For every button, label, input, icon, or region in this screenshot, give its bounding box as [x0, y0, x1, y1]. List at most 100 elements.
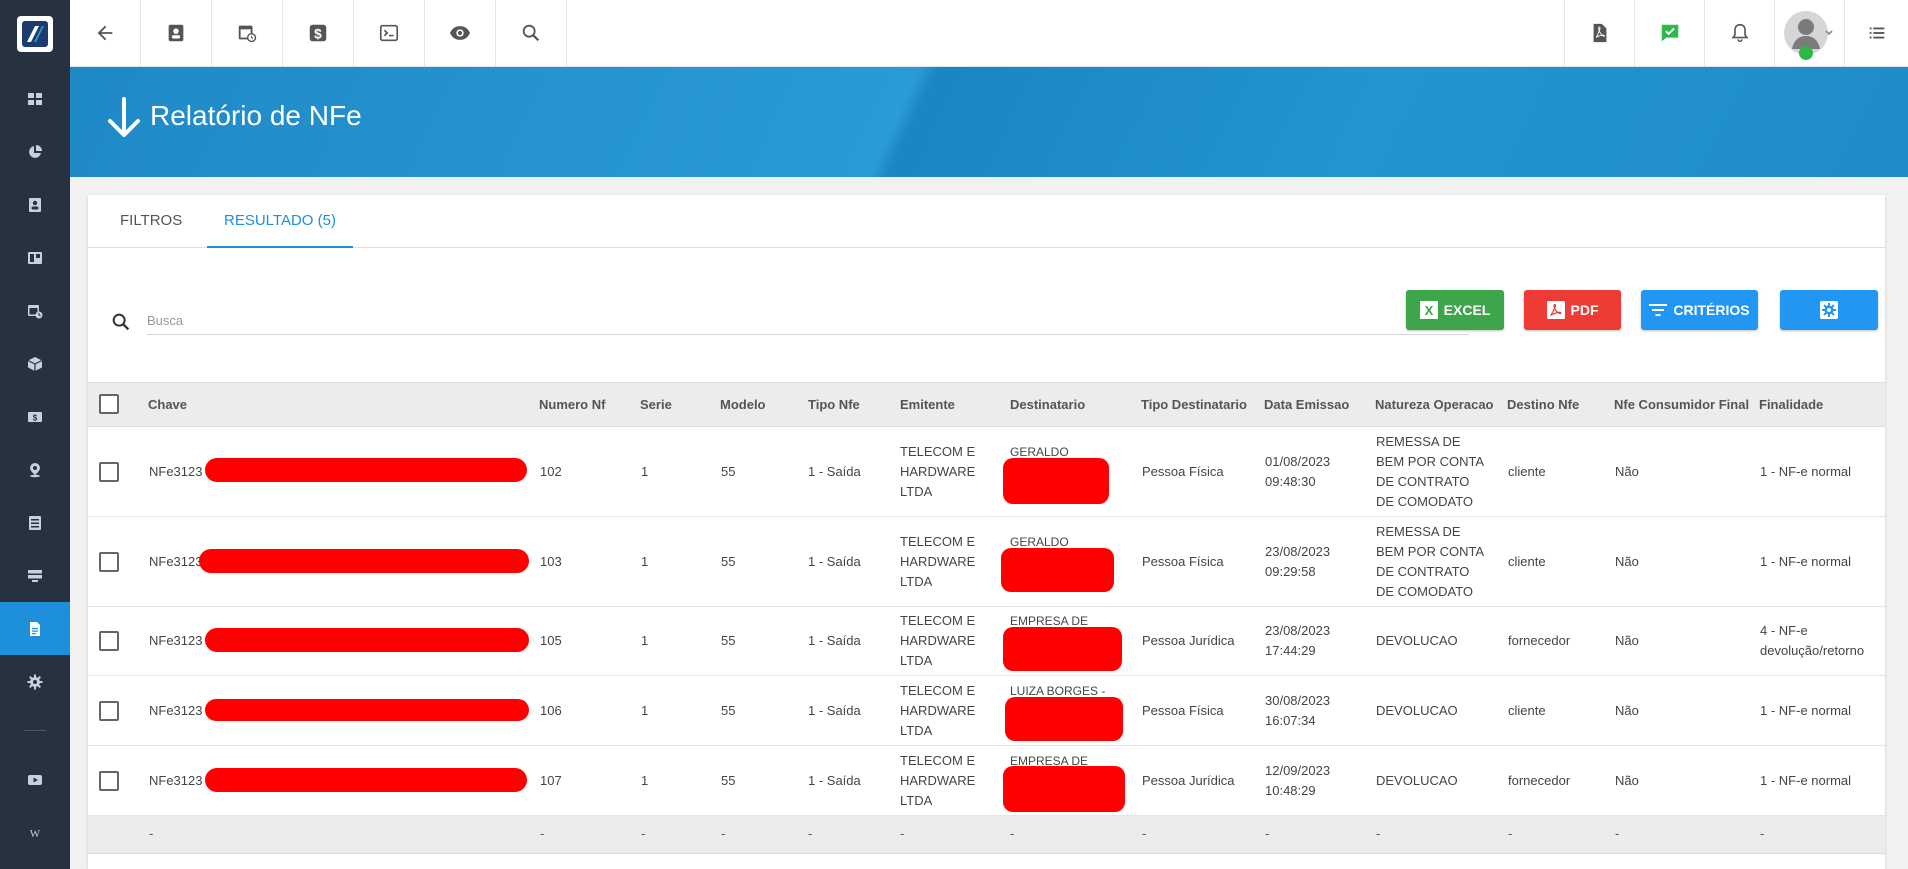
nfe-table: Chave Numero Nf Serie Modelo Tipo Nfe Em… [88, 382, 1885, 854]
search-icon[interactable] [496, 0, 567, 66]
row-checkbox[interactable] [99, 631, 119, 651]
col-modelo[interactable]: Modelo [720, 383, 766, 428]
redaction-mark [1003, 627, 1122, 671]
cell-natureza: REMESSA DE BEM POR CONTA DE CONTRATO DE … [1376, 524, 1484, 599]
cell-tipo-dest: Pessoa Física [1142, 554, 1224, 569]
col-destinatario[interactable]: Destinatario [1010, 383, 1085, 428]
footer-cell: - [808, 826, 813, 841]
menu-list-icon[interactable] [1844, 0, 1908, 66]
terminal-icon[interactable] [354, 0, 425, 66]
map-pin-icon[interactable] [0, 443, 70, 496]
cell-serie: 1 [641, 773, 649, 788]
cell-hora: 17:44:29 [1265, 643, 1316, 658]
box-icon[interactable] [0, 337, 70, 390]
search-input[interactable] [147, 307, 1469, 335]
calendar-clock-icon[interactable] [0, 284, 70, 337]
footer-cell: - [1760, 826, 1765, 841]
row-checkbox[interactable] [99, 701, 119, 721]
cell-emitente: TELECOM E HARDWARE LTDA [900, 444, 976, 499]
cell-numero: 102 [540, 464, 562, 479]
row-checkbox[interactable] [99, 552, 119, 572]
col-destino-nfe[interactable]: Destino Nfe [1507, 383, 1579, 428]
cell-data: 23/08/2023 [1265, 623, 1331, 638]
chat-check-icon[interactable] [1634, 0, 1704, 66]
cell-hora: 09:29:58 [1265, 564, 1316, 579]
criterios-button[interactable]: CRITÉRIOS [1641, 290, 1758, 330]
tab-resultado[interactable]: RESULTADO (5) [207, 195, 353, 248]
wiki-icon[interactable]: W [0, 806, 70, 859]
pdf-export-button[interactable]: PDF [1524, 290, 1621, 330]
back-arrow-icon[interactable] [70, 0, 141, 66]
col-numero-nf[interactable]: Numero Nf [539, 383, 605, 428]
tab-filtros[interactable]: FILTROS [120, 195, 182, 248]
col-data-emissao[interactable]: Data Emissao [1264, 383, 1349, 428]
money-icon[interactable]: $ [0, 390, 70, 443]
excel-export-button[interactable]: X EXCEL [1406, 290, 1504, 330]
settings-button[interactable] [1780, 290, 1878, 330]
cell-tipo: 1 - Saída [808, 464, 861, 479]
list-icon[interactable] [0, 496, 70, 549]
cell-chave: NFe3123 [149, 773, 203, 788]
document-icon[interactable] [0, 602, 70, 655]
row-checkbox[interactable] [99, 462, 119, 482]
arrow-down-icon [108, 97, 140, 137]
cell-data: 30/08/2023 [1265, 693, 1331, 708]
cell-emitente: TELECOM E HARDWARE LTDA [900, 613, 976, 668]
footer-cell: - [1265, 826, 1270, 841]
col-tipo-nfe[interactable]: Tipo Nfe [808, 383, 860, 428]
contact-card-icon[interactable] [141, 0, 212, 66]
col-finalidade[interactable]: Finalidade [1759, 383, 1823, 428]
redaction-mark [199, 549, 529, 573]
bell-icon[interactable] [1704, 0, 1774, 66]
select-all-checkbox[interactable] [99, 394, 119, 414]
redaction-mark [205, 628, 529, 652]
footer-cell: - [149, 826, 154, 841]
cell-modelo: 55 [721, 633, 736, 648]
row-checkbox[interactable] [99, 771, 119, 791]
table-row[interactable]: NFe3123 102 1 55 1 - Saída TELECOM E HAR… [88, 427, 1885, 517]
avatar[interactable] [1774, 0, 1844, 66]
search-icon [112, 313, 130, 331]
svg-text:X: X [1424, 303, 1433, 318]
svg-text:W: W [30, 828, 41, 840]
redaction-mark [1003, 458, 1109, 504]
cell-chave: NFe3123 [149, 464, 203, 479]
cell-tipo: 1 - Saída [808, 554, 861, 569]
cell-tipo: 1 - Saída [808, 703, 861, 718]
col-chave[interactable]: Chave [148, 383, 187, 428]
table-row[interactable]: NFe3123 105 1 55 1 - Saída TELECOM E HAR… [88, 607, 1885, 676]
dollar-icon[interactable]: $ [283, 0, 354, 66]
table-row[interactable]: NFe3123 103 1 55 1 - Saída TELECOM E HAR… [88, 517, 1885, 607]
server-icon[interactable] [0, 549, 70, 602]
cell-natureza: DEVOLUCAO [1376, 703, 1458, 718]
tab-bar: FILTROS RESULTADO (5) [88, 195, 1885, 248]
eye-icon[interactable] [425, 0, 496, 66]
dashboard-icon[interactable] [0, 72, 70, 125]
gear-icon[interactable] [0, 655, 70, 708]
pdf-file-icon[interactable] [1564, 0, 1634, 66]
table-row[interactable]: NFe3123 106 1 55 1 - Saída TELECOM E HAR… [88, 676, 1885, 746]
cell-finalidade: 1 - NF-e normal [1760, 773, 1852, 788]
cell-consumidor: Não [1615, 554, 1639, 569]
board-icon[interactable] [0, 231, 70, 284]
col-emitente[interactable]: Emitente [900, 383, 955, 428]
calendar-clock-icon[interactable] [212, 0, 283, 66]
video-icon[interactable] [0, 753, 70, 806]
col-serie[interactable]: Serie [640, 383, 672, 428]
sidebar: $ W [0, 0, 70, 869]
redaction-mark [1001, 548, 1114, 592]
col-nfe-consumidor-final[interactable]: Nfe Consumidor Final [1614, 383, 1749, 428]
pie-chart-icon[interactable] [0, 125, 70, 178]
excel-label: EXCEL [1443, 302, 1491, 318]
contact-card-icon[interactable] [0, 178, 70, 231]
cell-finalidade: 1 - NF-e normal [1760, 464, 1852, 479]
col-tipo-destinatario[interactable]: Tipo Destinatario [1141, 383, 1247, 428]
table-row[interactable]: NFe3123 107 1 55 1 - Saída TELECOM E HAR… [88, 746, 1885, 816]
cell-modelo: 55 [721, 464, 736, 479]
col-natureza-operacao[interactable]: Natureza Operacao [1375, 383, 1494, 428]
cell-serie: 1 [641, 554, 649, 569]
app-logo[interactable] [0, 0, 70, 67]
pdf-label: PDF [1570, 302, 1599, 318]
cell-natureza: REMESSA DE BEM POR CONTA DE CONTRATO DE … [1376, 434, 1484, 509]
cell-numero: 107 [540, 773, 562, 788]
